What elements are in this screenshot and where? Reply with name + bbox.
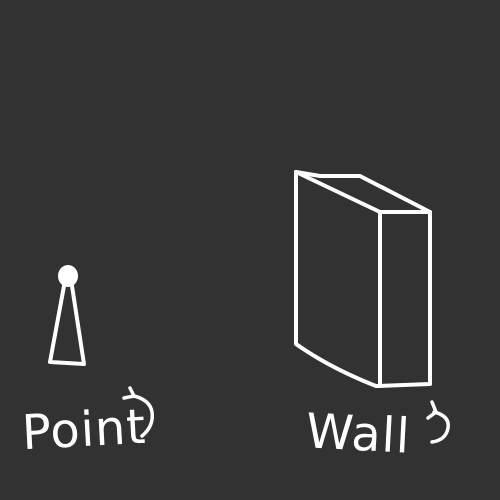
wall-box-icon: [294, 170, 432, 388]
point-light-icon: [48, 265, 86, 366]
wall-curved-arrow-icon: [426, 400, 450, 444]
wall-label: Wall: [304, 403, 412, 465]
sketch-canvas: Point Wall: [0, 0, 500, 500]
point-label: Point: [20, 398, 148, 462]
